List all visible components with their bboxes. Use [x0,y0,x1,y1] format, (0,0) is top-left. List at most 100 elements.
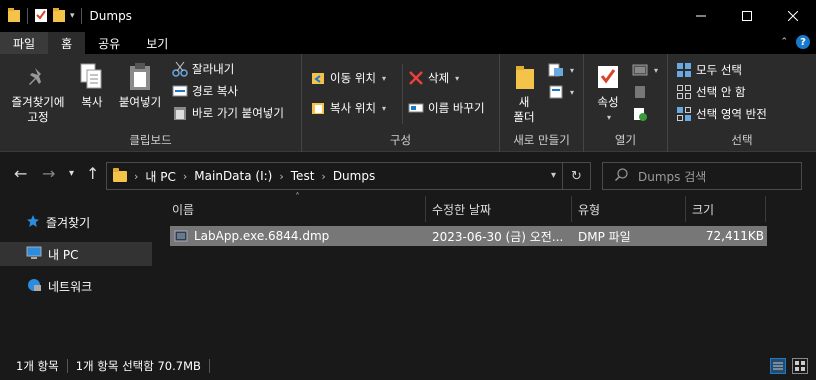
chevron-down-icon: ▾ [570,87,575,97]
close-button[interactable] [770,0,816,32]
refresh-icon[interactable]: ↻ [562,163,590,189]
divider [80,8,82,24]
scissors-icon [172,61,188,77]
tab-home[interactable]: 홈 [48,32,86,54]
minimize-button[interactable] [678,0,724,32]
new-item-button[interactable]: ▾ [548,62,574,78]
rename-icon [408,100,424,116]
chevron-right-icon[interactable]: › [321,170,325,183]
chevron-right-icon[interactable]: › [279,170,283,183]
copy-path-button[interactable]: 경로 복사 [172,83,238,99]
properties-check-icon[interactable] [34,7,48,26]
properties-button[interactable]: 속성 ▾ [590,62,626,125]
recent-locations-chevron-icon[interactable]: ▾ [69,168,74,179]
search-input[interactable]: Dumps 검색 [638,168,706,185]
invert-selection-button[interactable]: 선택 영역 반전 [676,106,767,122]
move-to-icon [310,70,326,86]
address-bar[interactable]: › 내 PC › MainData (I:) › Test › Dumps ▾ … [106,162,591,190]
new-folder-button[interactable]: 새 폴더 [506,62,542,125]
navigation-bar: ← → ▾ ↑ › 내 PC › MainData (I:) › Test › … [0,152,816,196]
folder-icon [7,7,21,26]
title-bar: ▾ Dumps [0,0,816,32]
collapse-ribbon-icon[interactable]: ⌃ [780,37,788,47]
breadcrumb-test[interactable]: Test [291,169,315,183]
open-button[interactable]: ▾ [632,62,658,78]
new-group: 새 폴더 ▾ ▾ 새로 만들기 [500,54,584,152]
cut-button[interactable]: 잘라내기 [172,61,234,77]
folder-icon [509,62,539,92]
up-arrow-icon[interactable]: ↑ [86,164,99,183]
star-icon [26,214,40,231]
selection-info: 1개 항목 선택함 70.7MB [75,359,201,373]
tab-share[interactable]: 공유 [85,32,133,54]
window-title: Dumps [89,9,132,23]
column-header-type[interactable]: 유형 [572,196,686,222]
paste-button[interactable]: 붙여넣기 [112,62,168,110]
open-icon [632,62,648,78]
customize-toolbar-icon[interactable]: ▾ [70,11,75,21]
move-to-button[interactable]: 이동 위치 ▾ [310,70,386,86]
tab-view[interactable]: 보기 [133,32,181,54]
chevron-right-icon[interactable]: › [134,170,138,183]
copy-button[interactable]: 복사 [72,62,112,110]
select-none-button[interactable]: 선택 안 함 [676,84,746,100]
column-header-date[interactable]: 수정한 날짜 [426,196,572,222]
nav-item-this-pc[interactable]: 내 PC [0,242,152,266]
divider [208,359,210,373]
edit-icon [632,84,648,100]
nav-item-network[interactable]: 네트워크 [0,274,152,298]
delete-button[interactable]: 삭제 ▾ [408,70,459,86]
paste-shortcut-icon [172,105,188,121]
select-all-button[interactable]: 모두 선택 [676,62,742,78]
view-switcher [770,358,808,374]
nav-item-quick-access[interactable]: 즐겨찾기 [0,210,152,234]
quick-access-toolbar: ▾ [0,7,84,26]
maximize-button[interactable] [724,0,770,32]
address-dropdown-icon[interactable]: ▾ [551,170,556,181]
rename-button[interactable]: 이름 바꾸기 [408,100,485,116]
chevron-right-icon[interactable]: › [183,170,187,183]
forward-arrow-icon[interactable]: → [42,164,55,183]
search-box[interactable]: Dumps 검색 [602,162,802,190]
chevron-down-icon: ▾ [381,73,386,83]
item-count: 1개 항목 [16,359,59,373]
divider [27,8,28,24]
easy-access-button[interactable]: ▾ [548,84,574,100]
properties-check-icon [593,62,623,92]
new-label: 새로 만들기 [513,133,570,147]
open-label: 열기 [614,133,637,147]
file-size-cell: 72,411KB [705,229,764,243]
breadcrumb-this-pc[interactable]: 내 PC [145,168,175,185]
large-icons-view-icon[interactable] [792,358,808,374]
file-type-cell: DMP 파일 [578,229,631,244]
history-button[interactable] [632,106,648,122]
copy-to-button[interactable]: 복사 위치 ▾ [310,100,386,116]
divider [66,359,68,373]
select-label: 선택 [731,133,753,147]
ribbon-tabs: 파일 홈 공유 보기 ⌃ ? [0,32,816,54]
file-row[interactable]: LabApp.exe.6844.dmp 2023-06-30 (금) 오전...… [170,226,767,246]
paste-shortcut-button[interactable]: 바로 가기 붙여넣기 [172,105,284,121]
edit-button[interactable] [632,84,648,100]
details-view-icon[interactable] [770,358,786,374]
chevron-down-icon: ▾ [654,65,659,75]
back-arrow-icon[interactable]: ← [14,164,27,183]
breadcrumb-dumps[interactable]: Dumps [333,169,375,183]
new-item-icon [548,62,564,78]
column-header-size[interactable]: 크기 [686,196,766,222]
ribbon: 즐겨찾기에 고정 복사 붙여넣기 잘라내기 경로 복사 바로 가기 붙여넣기 클… [0,54,816,152]
select-group: 모두 선택 선택 안 함 선택 영역 반전 선택 [668,54,816,152]
open-group: 속성 ▾ ▾ 열기 [584,54,668,152]
organize-label: 구성 [389,133,412,147]
column-header-name[interactable]: 이름 [166,196,426,222]
invert-selection-icon [676,106,692,122]
folder-icon [113,167,127,182]
copy-icon [77,62,107,92]
pin-to-quick-access-button[interactable]: 즐겨찾기에 고정 [4,62,72,125]
delete-icon [408,70,424,86]
help-icon[interactable]: ? [796,35,810,49]
tab-file[interactable]: 파일 [0,32,49,54]
new-folder-icon[interactable] [52,7,66,26]
breadcrumb-drive[interactable]: MainData (I:) [194,169,272,183]
divider [402,64,403,124]
